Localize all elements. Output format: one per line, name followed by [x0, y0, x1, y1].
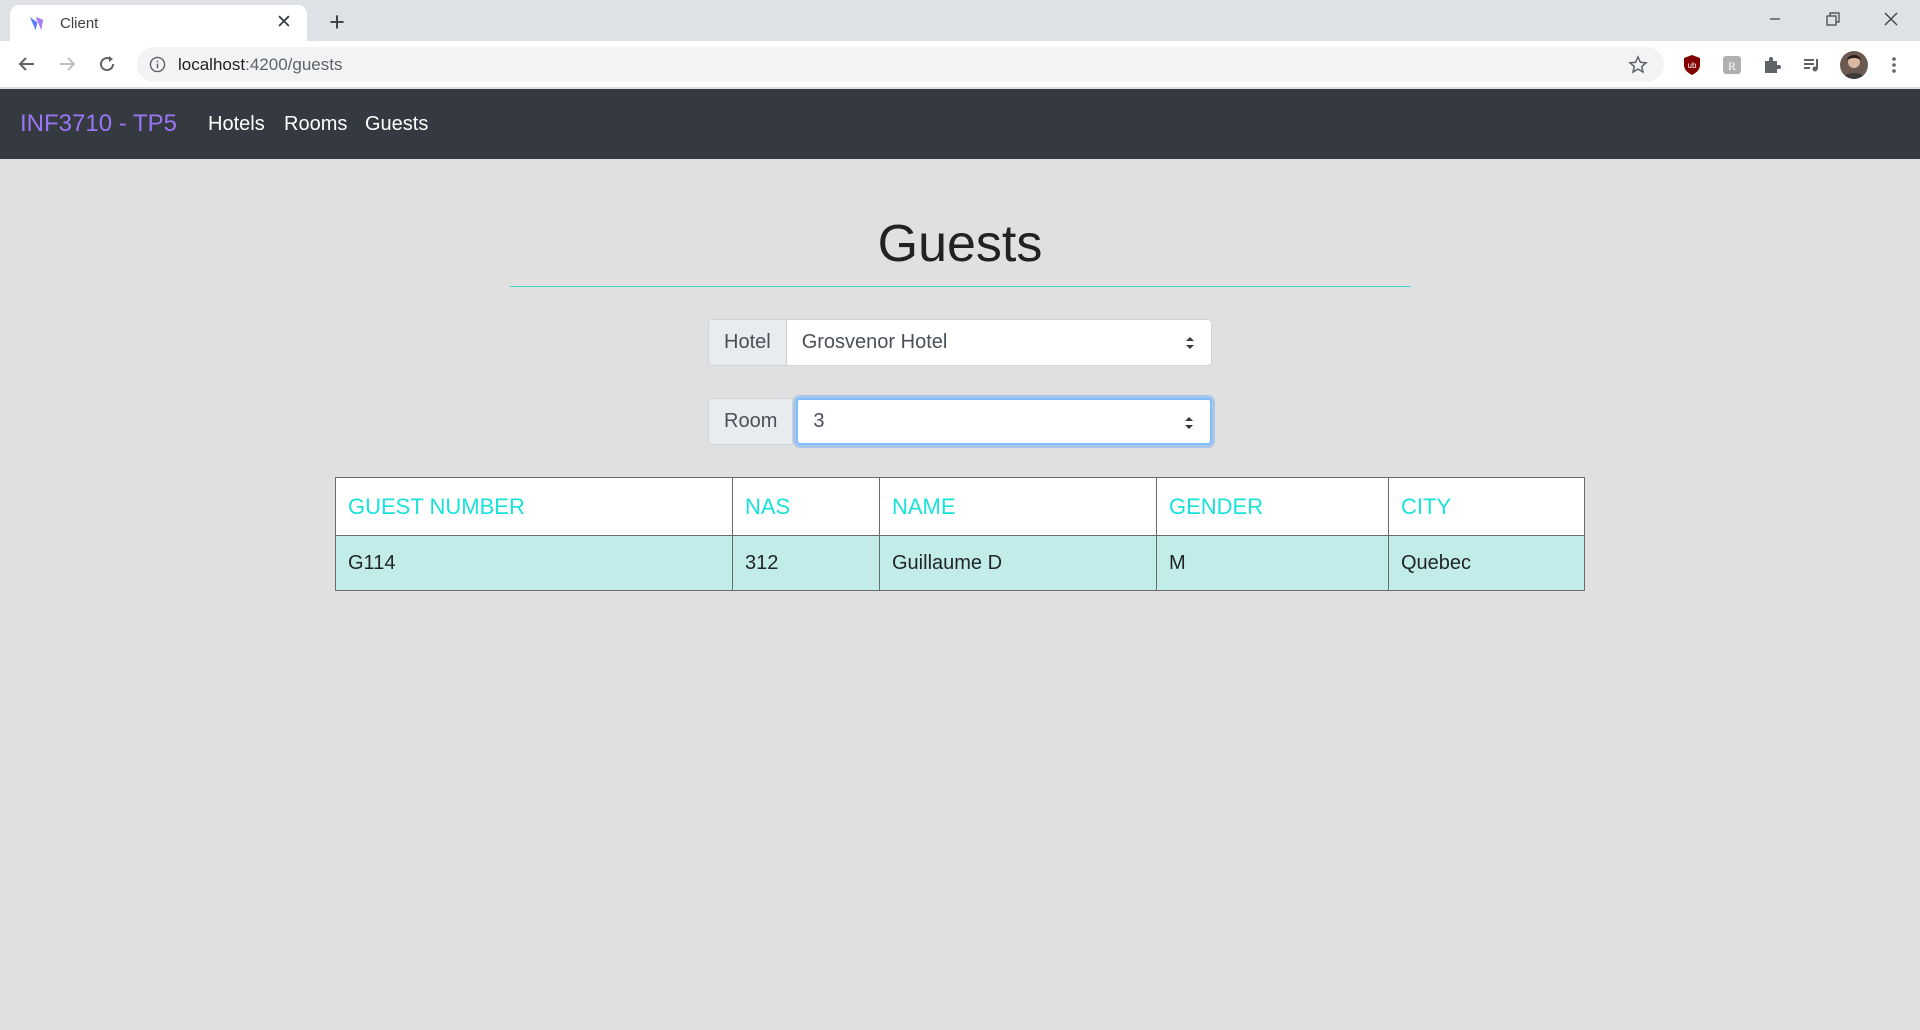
nav-link-guests[interactable]: Guests — [365, 113, 428, 136]
table-row: G114 312 Guillaume D M Quebec — [335, 535, 1585, 591]
forward-arrow-icon[interactable] — [52, 49, 82, 79]
nav-link-rooms[interactable]: Rooms — [284, 113, 347, 136]
select-caret-icon — [1186, 337, 1194, 349]
hotel-select-label: Hotel — [708, 319, 787, 366]
extension-r-icon[interactable]: R — [1720, 53, 1744, 77]
url-host: localhost — [178, 54, 246, 74]
hotel-select[interactable]: Grosvenor Hotel — [786, 319, 1212, 366]
cell-nas: 312 — [732, 535, 880, 591]
tab-title: Client — [60, 14, 99, 32]
column-header-nas: NAS — [732, 477, 880, 536]
window-controls — [1746, 0, 1920, 41]
cell-name: Guillaume D — [879, 535, 1157, 591]
browser-toolbar: localhost:4200/guests ub R — [0, 41, 1920, 88]
nav-link-hotels[interactable]: Hotels — [208, 113, 265, 136]
column-header-guest-number: GUEST NUMBER — [335, 477, 733, 536]
cell-guest-number: G114 — [335, 535, 733, 591]
column-header-name: NAME — [879, 477, 1157, 536]
back-arrow-icon[interactable] — [12, 49, 42, 79]
minimize-icon[interactable] — [1746, 0, 1804, 38]
angular-favicon-icon — [29, 16, 44, 30]
cell-gender: M — [1156, 535, 1389, 591]
close-icon[interactable]: ✕ — [273, 12, 295, 34]
restore-icon[interactable] — [1804, 0, 1862, 38]
url-path: :4200/guests — [245, 54, 343, 74]
table-header-row: GUEST NUMBER NAS NAME GENDER CITY — [335, 477, 1585, 536]
title-divider — [510, 286, 1411, 287]
room-select[interactable]: 3 — [796, 398, 1212, 445]
guests-table: GUEST NUMBER NAS NAME GENDER CITY G114 3… — [335, 477, 1585, 591]
bookmark-star-icon[interactable] — [1628, 55, 1648, 75]
column-header-city: CITY — [1388, 477, 1585, 536]
browser-tabstrip: Client ✕ + — [0, 0, 1920, 41]
room-select-label: Room — [708, 398, 794, 445]
media-control-icon[interactable] — [1800, 53, 1824, 77]
room-select-value: 3 — [813, 410, 825, 432]
hotel-select-group: Hotel Grosvenor Hotel — [708, 319, 1212, 366]
svg-text:ub: ub — [1688, 61, 1697, 70]
extensions-puzzle-icon[interactable] — [1760, 53, 1784, 77]
avatar[interactable] — [1840, 51, 1868, 79]
info-icon[interactable] — [149, 56, 166, 73]
close-window-icon[interactable] — [1862, 0, 1920, 38]
app-navbar: INF3710 - TP5 Hotels Rooms Guests — [0, 89, 1920, 159]
ublock-extension-icon[interactable]: ub — [1680, 53, 1704, 77]
svg-text:R: R — [1728, 59, 1736, 73]
reload-icon[interactable] — [92, 49, 122, 79]
address-bar[interactable]: localhost:4200/guests — [137, 47, 1664, 82]
new-tab-icon[interactable]: + — [322, 7, 352, 37]
menu-dots-icon[interactable] — [1882, 53, 1906, 77]
navbar-brand[interactable]: INF3710 - TP5 — [20, 110, 177, 138]
room-select-group: Room 3 — [708, 398, 1212, 445]
page-title: Guests — [877, 215, 1043, 273]
cell-city: Quebec — [1388, 535, 1585, 591]
select-caret-icon — [1185, 417, 1193, 429]
hotel-select-value: Grosvenor Hotel — [801, 331, 948, 353]
browser-tab[interactable]: Client ✕ — [10, 5, 307, 41]
column-header-gender: GENDER — [1156, 477, 1389, 536]
